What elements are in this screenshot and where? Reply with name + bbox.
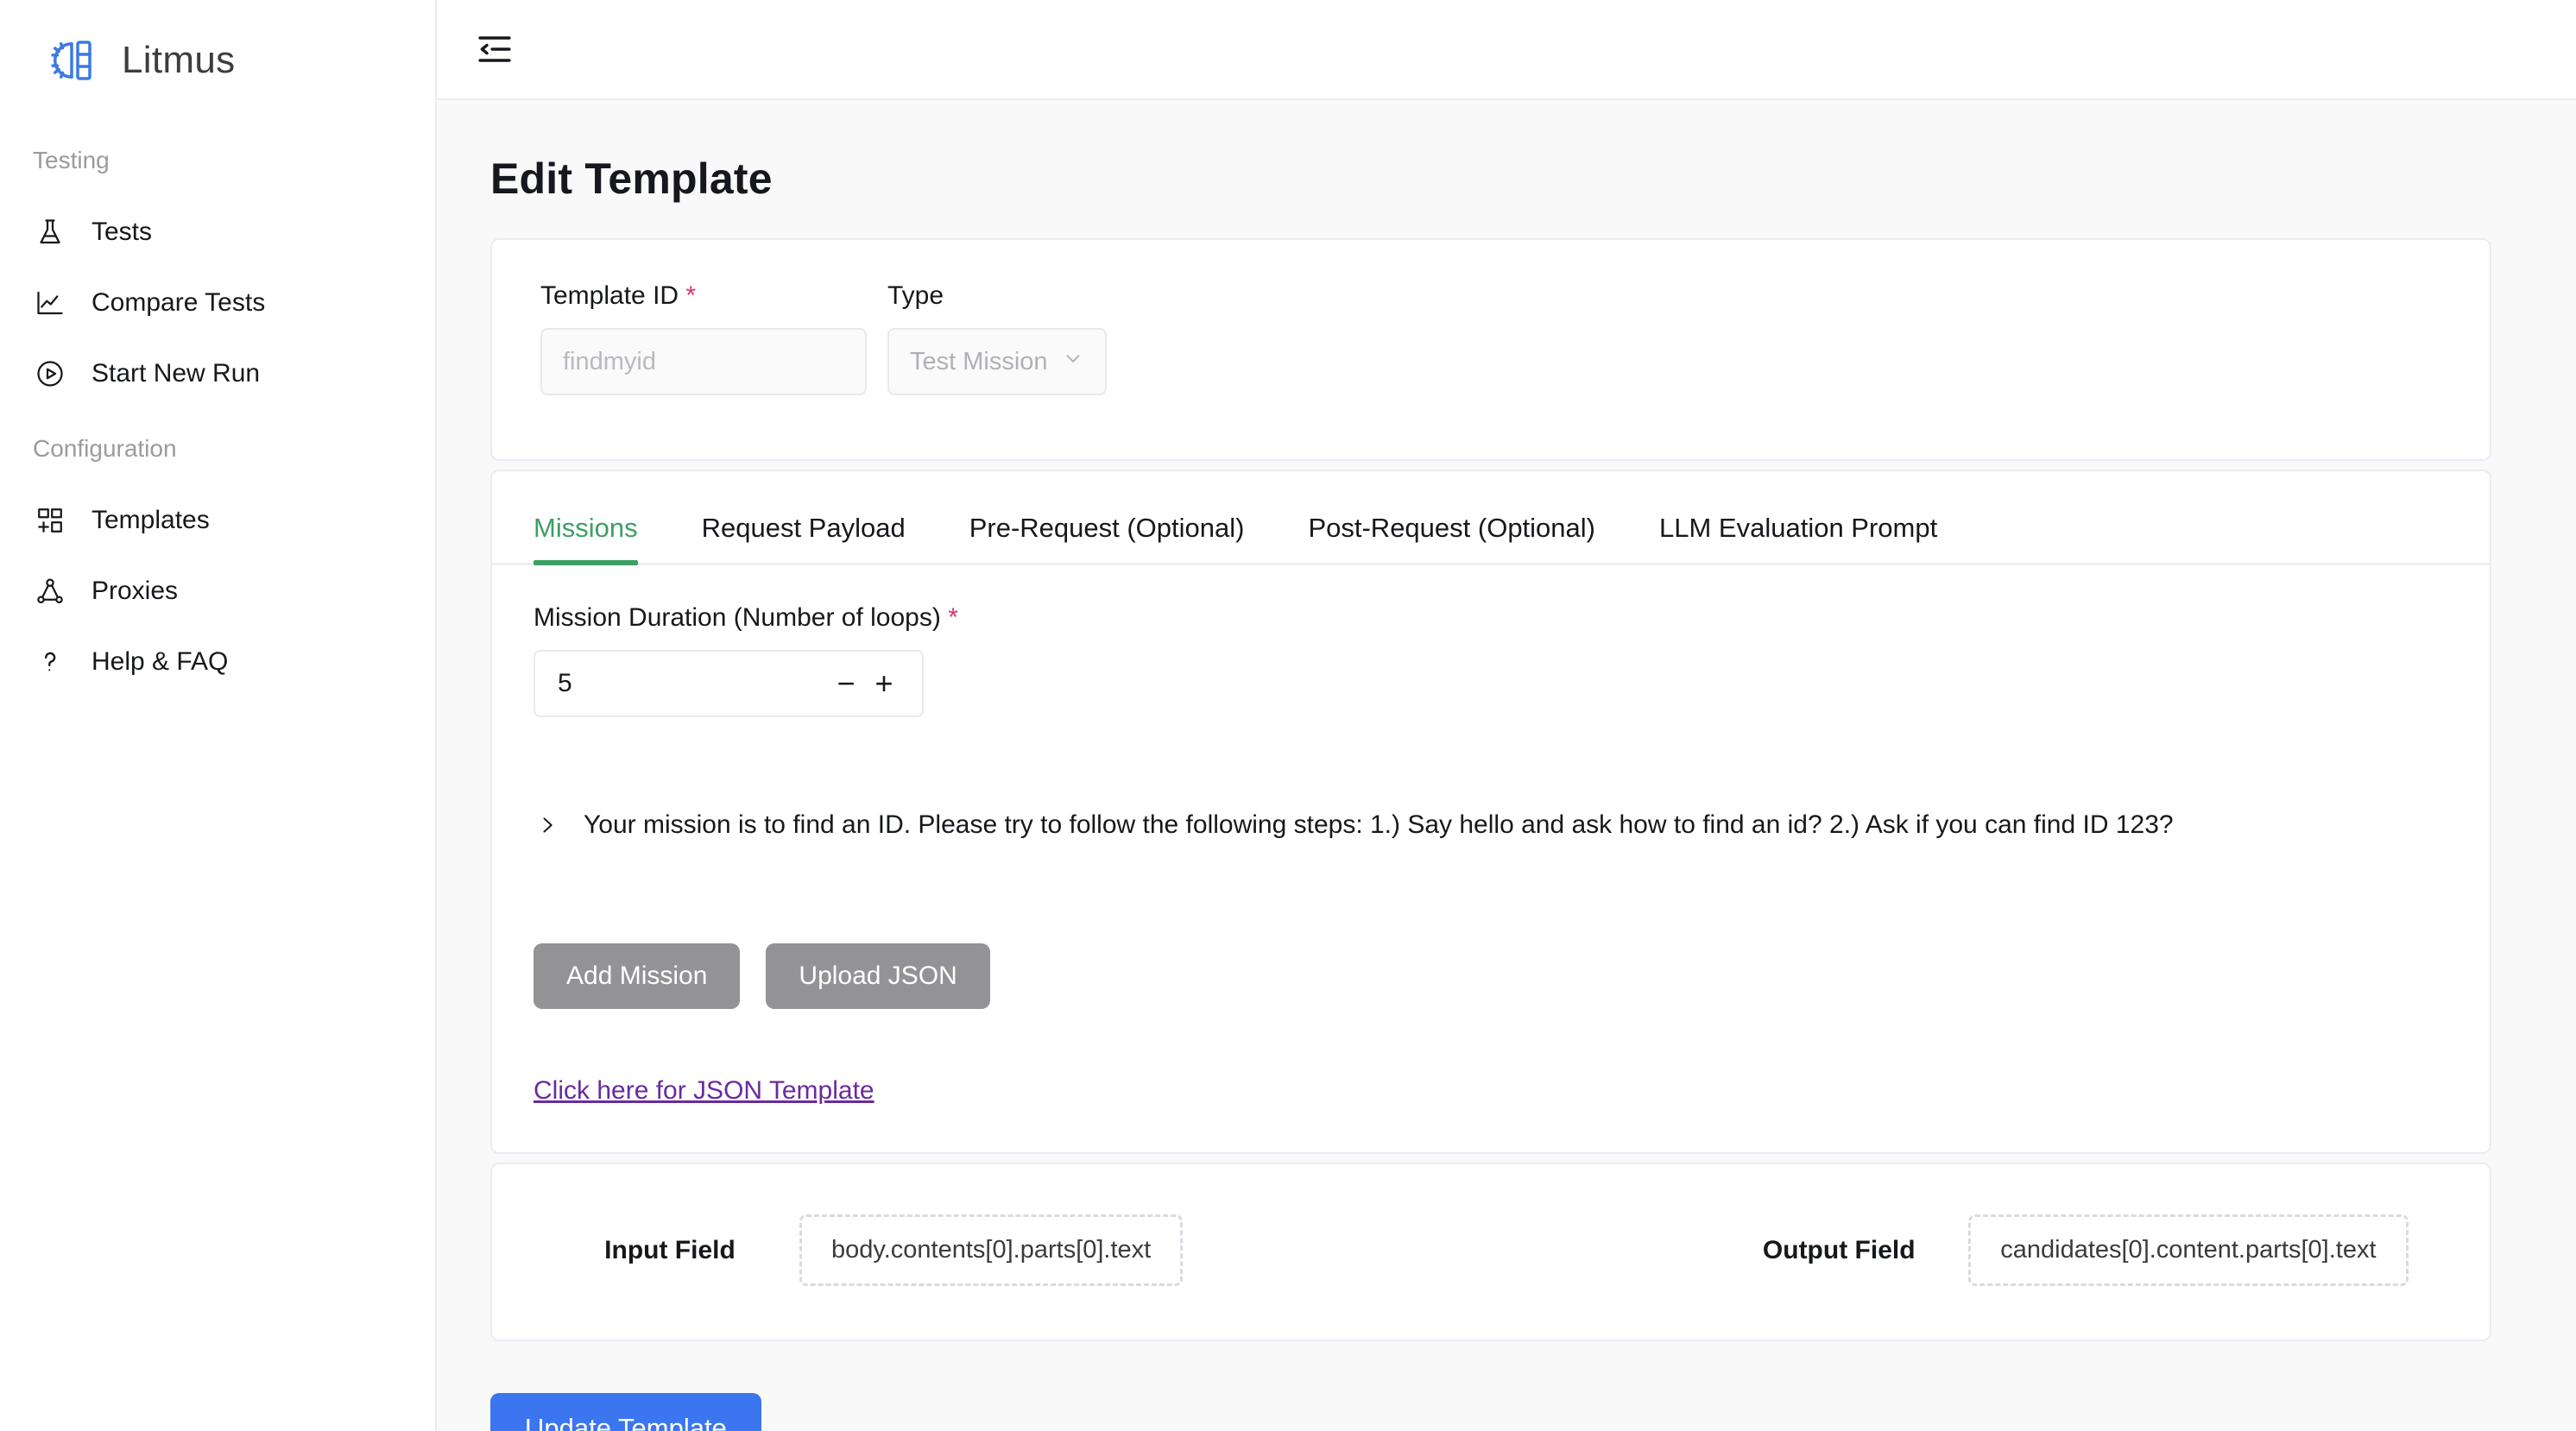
sidebar-item-compare-tests-label: Compare Tests bbox=[92, 288, 266, 317]
mission-duration-required-marker: * bbox=[948, 603, 958, 632]
chevron-right-icon bbox=[534, 811, 561, 839]
tab-pre-request[interactable]: Pre-Request (Optional) bbox=[969, 513, 1278, 563]
flask-icon bbox=[33, 215, 67, 249]
play-circle-icon bbox=[33, 356, 67, 391]
app-root: Litmus Testing Tests Compare Tests Start… bbox=[0, 0, 2576, 1431]
sidebar-collapse-icon[interactable] bbox=[470, 24, 520, 74]
mission-duration-increment-button[interactable]: + bbox=[865, 665, 903, 703]
mission-duration-value[interactable]: 5 bbox=[558, 669, 827, 698]
upload-json-button[interactable]: Upload JSON bbox=[766, 943, 990, 1009]
sidebar-item-start-new-run-label: Start New Run bbox=[92, 359, 261, 388]
tab-llm-evaluation-prompt[interactable]: LLM Evaluation Prompt bbox=[1659, 513, 1970, 563]
template-id-label: Template ID * bbox=[540, 281, 867, 311]
mission-duration-label: Mission Duration (Number of loops) * bbox=[534, 603, 2448, 633]
sidebar-section-testing-label: Testing bbox=[33, 147, 110, 173]
main-area: Edit Template Template ID * Type Tes bbox=[437, 0, 2576, 1431]
mission-actions: Add Mission Upload JSON bbox=[534, 943, 2448, 1009]
io-fields-card: Input Field body.contents[0].parts[0].te… bbox=[490, 1163, 2491, 1341]
brand[interactable]: Litmus bbox=[0, 0, 435, 121]
sidebar-item-proxies[interactable]: Proxies bbox=[0, 556, 435, 627]
sidebar-item-templates-label: Templates bbox=[92, 506, 210, 534]
gear-flask-logo-icon bbox=[47, 36, 96, 85]
type-select-value: Test Mission bbox=[910, 347, 1048, 375]
type-select[interactable]: Test Mission bbox=[887, 328, 1107, 395]
input-field-group: Input Field body.contents[0].parts[0].te… bbox=[540, 1214, 1184, 1286]
output-field-label: Output Field bbox=[1762, 1235, 1916, 1264]
template-id-field-group: Template ID * bbox=[540, 281, 867, 395]
tab-request-payload[interactable]: Request Payload bbox=[702, 513, 938, 563]
question-mark-icon bbox=[33, 645, 67, 679]
input-field-value[interactable]: body.contents[0].parts[0].text bbox=[799, 1214, 1184, 1286]
sidebar-item-help-faq[interactable]: Help & FAQ bbox=[0, 627, 435, 697]
template-id-label-text: Template ID bbox=[540, 281, 679, 310]
topbar bbox=[437, 0, 2576, 100]
sidebar-item-proxies-label: Proxies bbox=[92, 577, 179, 605]
json-template-link[interactable]: Click here for JSON Template bbox=[534, 1076, 874, 1106]
line-chart-icon bbox=[33, 286, 67, 320]
sidebar: Litmus Testing Tests Compare Tests Start… bbox=[0, 0, 437, 1431]
sidebar-item-tests[interactable]: Tests bbox=[0, 197, 435, 268]
template-identity-card: Template ID * Type Test Mission bbox=[490, 238, 2491, 461]
template-id-input[interactable] bbox=[540, 328, 867, 395]
tab-post-request[interactable]: Post-Request (Optional) bbox=[1308, 513, 1628, 563]
template-id-required-marker: * bbox=[685, 281, 697, 310]
tab-missions[interactable]: Missions bbox=[534, 513, 671, 565]
update-template-button[interactable]: Update Template bbox=[490, 1393, 761, 1431]
brand-title: Litmus bbox=[122, 39, 236, 81]
mission-duration-decrement-button[interactable]: − bbox=[827, 665, 865, 703]
template-tabs: Missions Request Payload Pre-Request (Op… bbox=[492, 471, 2490, 565]
sidebar-item-start-new-run[interactable]: Start New Run bbox=[0, 338, 435, 409]
grid-plus-icon bbox=[33, 503, 67, 538]
add-mission-button[interactable]: Add Mission bbox=[534, 943, 741, 1009]
sidebar-item-compare-tests[interactable]: Compare Tests bbox=[0, 268, 435, 338]
sidebar-item-templates[interactable]: Templates bbox=[0, 485, 435, 556]
mission-text: Your mission is to find an ID. Please tr… bbox=[584, 810, 2174, 839]
output-field-group: Output Field candidates[0].content.parts… bbox=[1709, 1214, 2409, 1286]
network-nodes-icon bbox=[33, 574, 67, 608]
mission-duration-stepper[interactable]: 5 − + bbox=[534, 650, 924, 717]
sidebar-item-tests-label: Tests bbox=[92, 217, 153, 246]
type-label: Type bbox=[887, 281, 944, 310]
mission-duration-label-text: Mission Duration (Number of loops) bbox=[534, 603, 941, 632]
chevron-down-icon bbox=[1062, 347, 1084, 376]
page-title: Edit Template bbox=[490, 154, 773, 203]
template-tabs-card: Missions Request Payload Pre-Request (Op… bbox=[490, 470, 2491, 1154]
input-field-label: Input Field bbox=[604, 1235, 736, 1264]
mission-accordion-item[interactable]: Your mission is to find an ID. Please tr… bbox=[534, 810, 2448, 840]
sidebar-section-configuration-label: Configuration bbox=[33, 435, 177, 462]
sidebar-item-help-faq-label: Help & FAQ bbox=[92, 647, 229, 676]
output-field-value[interactable]: candidates[0].content.parts[0].text bbox=[1968, 1214, 2409, 1286]
type-field-group: Type Test Mission bbox=[887, 281, 1107, 395]
page-content: Edit Template Template ID * Type Tes bbox=[437, 100, 2576, 1431]
missions-tab-panel: Mission Duration (Number of loops) * 5 −… bbox=[492, 565, 2490, 1152]
